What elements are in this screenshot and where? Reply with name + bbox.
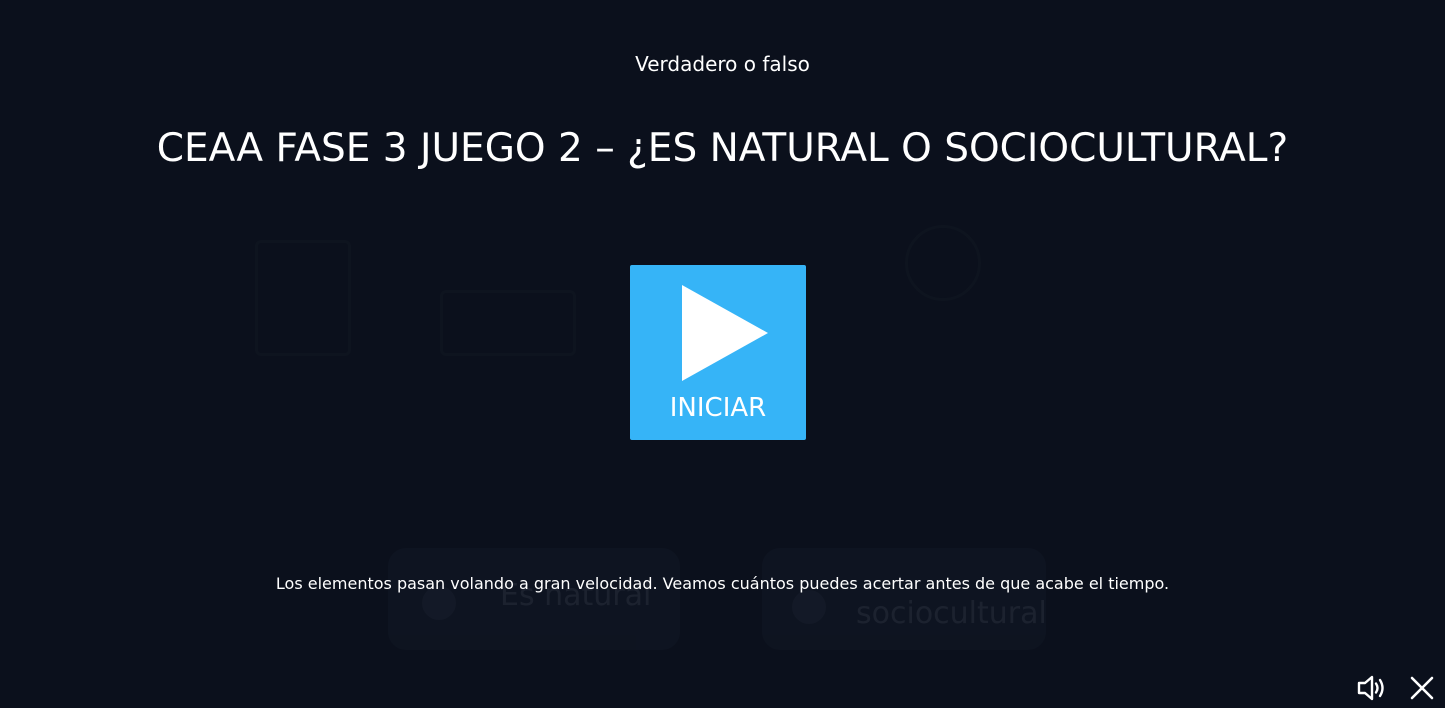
close-button[interactable] (1406, 672, 1438, 704)
play-icon (682, 285, 768, 381)
background-decoration (905, 225, 981, 301)
game-type-label: Verdadero o falso (635, 52, 810, 76)
background-decoration (255, 240, 351, 356)
close-icon (1410, 676, 1434, 700)
instructions-text: Los elementos pasan volando a gran veloc… (275, 574, 1170, 593)
page-title: CEAA FASE 3 JUEGO 2 – ¿ES NATURAL O SOCI… (156, 126, 1289, 171)
background-card-natural: Es natural (388, 548, 680, 650)
sound-button[interactable] (1355, 672, 1387, 704)
speaker-icon (1357, 675, 1384, 701)
background-card-sociocultural: sociocultural (762, 548, 1047, 650)
start-button-label: INICIAR (669, 393, 767, 423)
background-card-label: sociocultural (856, 596, 1047, 631)
game-stage: Es natural sociocultural Verdadero o fal… (0, 0, 1445, 708)
start-button[interactable]: INICIAR (630, 265, 806, 440)
background-decoration (440, 290, 576, 356)
people-icon (792, 590, 826, 624)
